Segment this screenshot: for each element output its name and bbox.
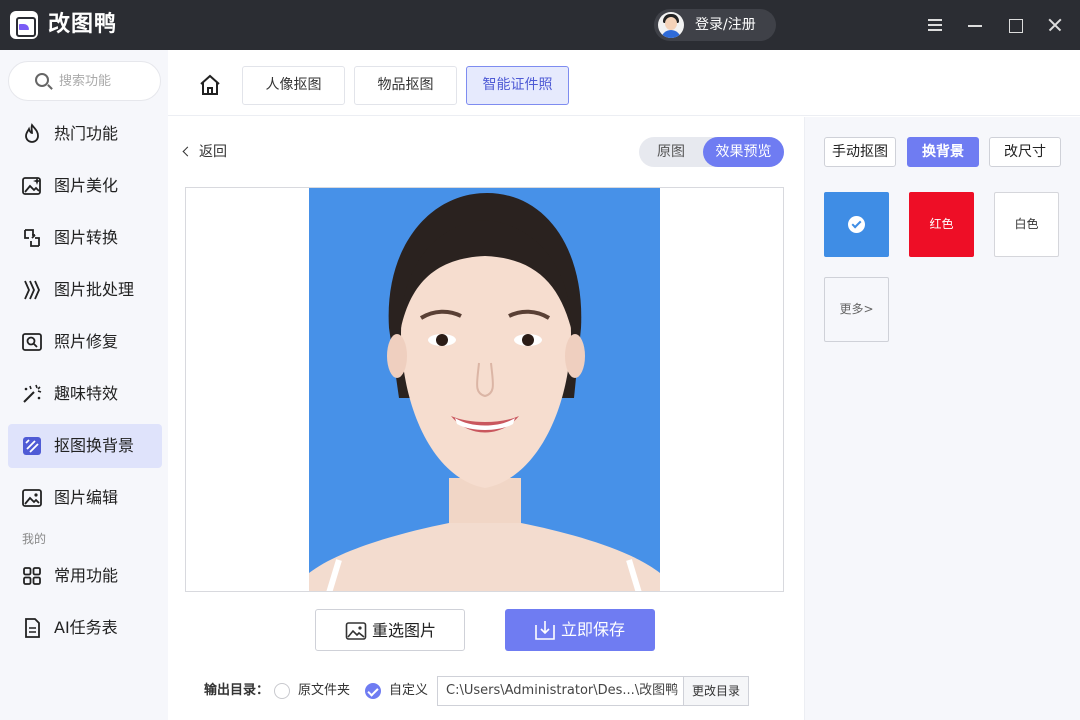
color-swatch-blue[interactable]: [824, 192, 889, 257]
color-swatch-white[interactable]: 白色: [994, 192, 1059, 257]
change-directory-button[interactable]: 更改目录: [683, 676, 749, 706]
tab-resize[interactable]: 改尺寸: [989, 137, 1061, 167]
app-title: 改图鸭: [48, 12, 118, 37]
top-tab-bar: 人像抠图 物品抠图 智能证件照: [168, 50, 1080, 116]
radio-custom-label: 自定义: [389, 683, 429, 698]
convert-icon: [24, 229, 40, 247]
save-label: 立即保存: [561, 620, 626, 639]
tab-manual-cutout[interactable]: 手动抠图: [824, 137, 896, 167]
login-label: 登录/注册: [695, 17, 756, 33]
portrait-photo: [309, 188, 660, 591]
sidebar-item-beautify[interactable]: 图片美化: [8, 164, 162, 208]
sidebar-item-effects[interactable]: 趣味特效: [8, 372, 162, 416]
grid-icon: [23, 567, 41, 585]
search-input[interactable]: [59, 70, 155, 92]
sidebar-item-convert[interactable]: 图片转换: [8, 216, 162, 260]
main-panel: 返回 原图 效果预览 重选图片 立即保存 输出目录： 原文件夹 自定义 C:\U…: [168, 117, 804, 720]
maximize-icon[interactable]: [1000, 10, 1030, 40]
download-icon: [535, 621, 555, 640]
tab-object-cutout[interactable]: 物品抠图: [354, 66, 457, 105]
sidebar-item-edit[interactable]: 图片编辑: [8, 476, 162, 520]
right-panel: 手动抠图 换背景 改尺寸 红色 白色 更多>: [804, 117, 1080, 720]
sidebar-item-label: 趣味特效: [54, 384, 119, 403]
sidebar-item-label: 图片转换: [54, 228, 119, 247]
magic-wand-icon: [23, 384, 42, 403]
reselect-label: 重选图片: [372, 621, 437, 640]
back-label: 返回: [199, 144, 227, 160]
sidebar-item-label: 热门功能: [54, 124, 119, 143]
avatar: [658, 12, 684, 38]
menu-icon[interactable]: [920, 10, 950, 40]
search-icon: [35, 73, 49, 87]
sidebar-item-cutout[interactable]: 抠图换背景: [8, 424, 162, 468]
sidebar-item-label: 照片修复: [54, 332, 119, 351]
fire-icon: [25, 123, 39, 143]
view-toggle: 原图 效果预览: [639, 137, 784, 167]
title-bar: 改图鸭 登录/注册: [0, 0, 1080, 50]
sidebar-item-hot[interactable]: 热门功能: [8, 112, 162, 156]
output-path-field[interactable]: C:\Users\Administrator\Des...\改图鸭: [437, 676, 684, 706]
chevron-left-icon: [182, 146, 193, 157]
image-icon: [345, 622, 367, 640]
sidebar-item-label: 常用功能: [54, 566, 119, 585]
color-swatch-red[interactable]: 红色: [909, 192, 974, 257]
home-icon[interactable]: [198, 74, 222, 96]
tab-change-background[interactable]: 换背景: [907, 137, 979, 167]
output-directory-row: 输出目录： 原文件夹 自定义 C:\Users\Administrator\De…: [204, 676, 804, 706]
app-logo-icon: [10, 11, 38, 39]
output-label: 输出目录：: [204, 683, 270, 698]
toggle-preview[interactable]: 效果预览: [703, 137, 784, 167]
check-icon: [848, 216, 865, 233]
radio-original-label: 原文件夹: [298, 683, 351, 698]
sidebar: 热门功能 图片美化 图片转换 图片批处理 照片修复 趣味特效 抠图换背景 图片编…: [0, 50, 168, 720]
sidebar-item-label: 抠图换背景: [54, 436, 135, 455]
close-icon[interactable]: [1040, 10, 1070, 40]
more-colors-button[interactable]: 更多>: [824, 277, 889, 342]
section-label-mine: 我的: [22, 532, 47, 546]
radio-original-folder[interactable]: [274, 683, 290, 699]
sidebar-item-batch[interactable]: 图片批处理: [8, 268, 162, 312]
sidebar-item-label: AI任务表: [54, 618, 118, 637]
sidebar-item-ai-tasks[interactable]: AI任务表: [8, 606, 162, 650]
login-button[interactable]: 登录/注册: [654, 9, 776, 41]
radio-custom-folder[interactable]: [365, 683, 381, 699]
sidebar-item-label: 图片编辑: [54, 488, 119, 507]
image-edit-icon: [22, 489, 42, 507]
tab-portrait-cutout[interactable]: 人像抠图: [242, 66, 345, 105]
sidebar-item-label: 图片批处理: [54, 280, 135, 299]
document-icon: [25, 618, 40, 638]
save-button[interactable]: 立即保存: [505, 609, 655, 651]
preview-canvas: [185, 187, 784, 592]
sidebar-item-favorites[interactable]: 常用功能: [8, 554, 162, 598]
search-box[interactable]: [8, 61, 161, 101]
image-sparkle-icon: [22, 177, 41, 195]
cutout-icon: [23, 437, 41, 455]
back-link[interactable]: 返回: [182, 141, 227, 163]
sidebar-item-label: 图片美化: [54, 176, 119, 195]
batch-icon: [24, 280, 40, 300]
minimize-icon[interactable]: [960, 10, 990, 40]
toggle-original[interactable]: 原图: [639, 137, 703, 167]
photo-repair-icon: [22, 333, 42, 351]
tab-id-photo[interactable]: 智能证件照: [466, 66, 569, 105]
reselect-image-button[interactable]: 重选图片: [315, 609, 465, 651]
sidebar-item-repair[interactable]: 照片修复: [8, 320, 162, 364]
